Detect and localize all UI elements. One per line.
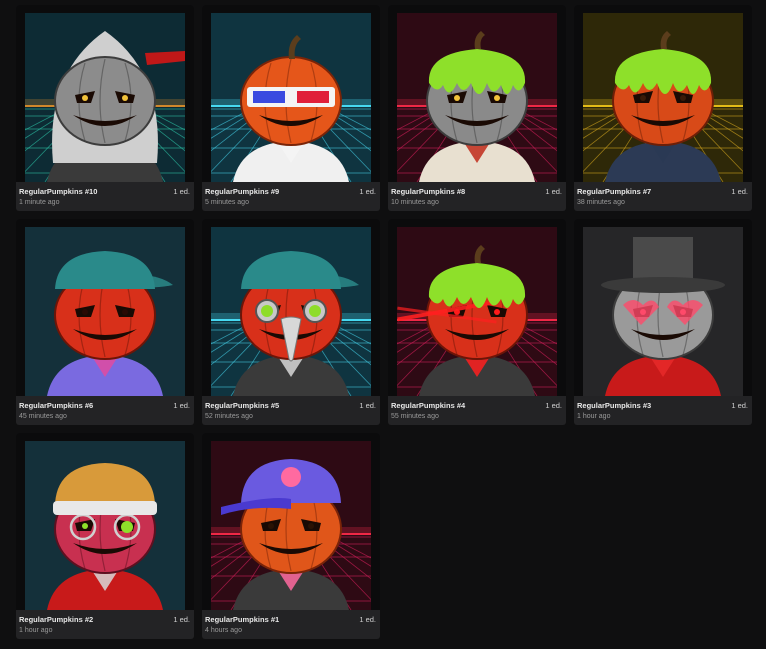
nft-thumbnail[interactable] (16, 5, 194, 182)
pumpkin-artwork (211, 441, 371, 610)
nft-title[interactable]: RegularPumpkins #6 (19, 401, 93, 410)
nft-card[interactable]: RegularPumpkins #8 1 ed. 10 minutes ago (388, 5, 566, 211)
nft-title[interactable]: RegularPumpkins #4 (391, 401, 465, 410)
pumpkin-artwork (25, 441, 185, 610)
card-info: RegularPumpkins #3 1 ed. 1 hour ago (574, 396, 752, 425)
pumpkin-artwork (397, 227, 557, 396)
nft-card[interactable]: RegularPumpkins #3 1 ed. 1 hour ago (574, 219, 752, 425)
card-info: RegularPumpkins #8 1 ed. 10 minutes ago (388, 182, 566, 211)
card-info: RegularPumpkins #2 1 ed. 1 hour ago (16, 610, 194, 639)
pumpkin-artwork (25, 13, 185, 182)
nft-thumbnail[interactable] (388, 5, 566, 182)
card-info: RegularPumpkins #1 1 ed. 4 hours ago (202, 610, 380, 639)
nft-card[interactable]: RegularPumpkins #4 1 ed. 55 minutes ago (388, 219, 566, 425)
nft-title[interactable]: RegularPumpkins #8 (391, 187, 465, 196)
card-info: RegularPumpkins #9 1 ed. 5 minutes ago (202, 182, 380, 211)
timestamp: 38 minutes ago (577, 199, 625, 206)
nft-thumbnail[interactable] (202, 219, 380, 396)
nft-thumbnail[interactable] (16, 433, 194, 610)
edition-count: 1 ed. (545, 187, 562, 196)
nft-title[interactable]: RegularPumpkins #5 (205, 401, 279, 410)
timestamp: 55 minutes ago (391, 413, 439, 420)
nft-title[interactable]: RegularPumpkins #9 (205, 187, 279, 196)
timestamp: 1 hour ago (19, 627, 53, 634)
nft-grid: RegularPumpkins #10 1 ed. 1 minute ago Re… (16, 5, 752, 639)
nft-title[interactable]: RegularPumpkins #10 (19, 187, 97, 196)
nft-card[interactable]: RegularPumpkins #5 1 ed. 52 minutes ago (202, 219, 380, 425)
card-info: RegularPumpkins #7 1 ed. 38 minutes ago (574, 182, 752, 211)
pumpkin-artwork (583, 227, 743, 396)
timestamp: 1 minute ago (19, 199, 60, 206)
nft-thumbnail[interactable] (388, 219, 566, 396)
nft-title[interactable]: RegularPumpkins #2 (19, 615, 93, 624)
card-info: RegularPumpkins #5 1 ed. 52 minutes ago (202, 396, 380, 425)
edition-count: 1 ed. (359, 401, 376, 410)
nft-title[interactable]: RegularPumpkins #3 (577, 401, 651, 410)
nft-thumbnail[interactable] (202, 5, 380, 182)
timestamp: 4 hours ago (205, 627, 242, 634)
nft-card[interactable]: RegularPumpkins #10 1 ed. 1 minute ago (16, 5, 194, 211)
nft-card[interactable]: RegularPumpkins #7 1 ed. 38 minutes ago (574, 5, 752, 211)
edition-count: 1 ed. (359, 187, 376, 196)
timestamp: 45 minutes ago (19, 413, 67, 420)
nft-card[interactable]: RegularPumpkins #2 1 ed. 1 hour ago (16, 433, 194, 639)
card-info: RegularPumpkins #4 1 ed. 55 minutes ago (388, 396, 566, 425)
timestamp: 5 minutes ago (205, 199, 249, 206)
edition-count: 1 ed. (731, 401, 748, 410)
nft-thumbnail[interactable] (574, 219, 752, 396)
nft-card[interactable]: RegularPumpkins #1 1 ed. 4 hours ago (202, 433, 380, 639)
edition-count: 1 ed. (173, 401, 190, 410)
pumpkin-artwork (211, 227, 371, 396)
pumpkin-artwork (397, 13, 557, 182)
nft-thumbnail[interactable] (202, 433, 380, 610)
edition-count: 1 ed. (173, 187, 190, 196)
edition-count: 1 ed. (545, 401, 562, 410)
timestamp: 1 hour ago (577, 413, 611, 420)
edition-count: 1 ed. (173, 615, 190, 624)
pumpkin-artwork (583, 13, 743, 182)
nft-thumbnail[interactable] (16, 219, 194, 396)
pumpkin-artwork (25, 227, 185, 396)
card-info: RegularPumpkins #10 1 ed. 1 minute ago (16, 182, 194, 211)
nft-title[interactable]: RegularPumpkins #1 (205, 615, 279, 624)
pumpkin-artwork (211, 13, 371, 182)
card-info: RegularPumpkins #6 1 ed. 45 minutes ago (16, 396, 194, 425)
edition-count: 1 ed. (731, 187, 748, 196)
nft-card[interactable]: RegularPumpkins #9 1 ed. 5 minutes ago (202, 5, 380, 211)
timestamp: 52 minutes ago (205, 413, 253, 420)
edition-count: 1 ed. (359, 615, 376, 624)
nft-thumbnail[interactable] (574, 5, 752, 182)
nft-title[interactable]: RegularPumpkins #7 (577, 187, 651, 196)
nft-card[interactable]: RegularPumpkins #6 1 ed. 45 minutes ago (16, 219, 194, 425)
timestamp: 10 minutes ago (391, 199, 439, 206)
